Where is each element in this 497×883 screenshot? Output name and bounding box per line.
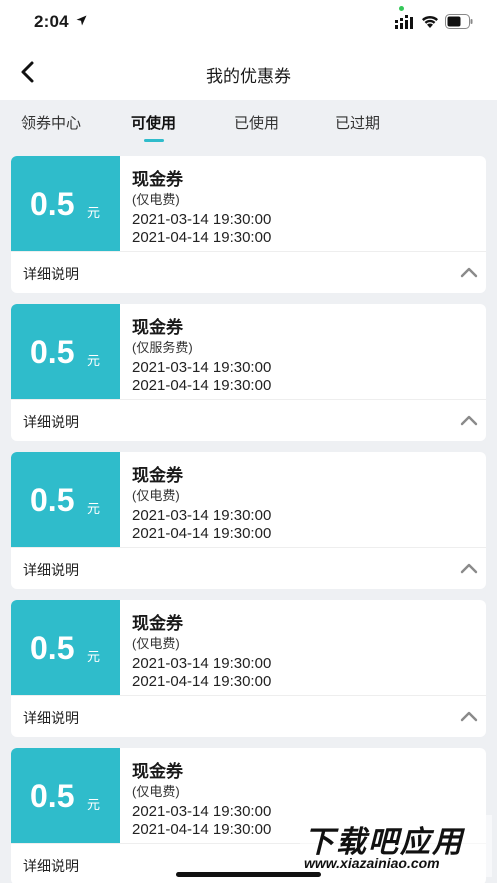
coupon-start-time: 2021-03-14 19:30:00	[132, 359, 272, 376]
coupon-unit: 元	[87, 501, 101, 516]
coupon-name: 现金券	[132, 614, 183, 633]
coupon-amount: 0.5	[30, 482, 75, 518]
coupon-list: 0.5 元 现金券 (仅电费) 2021-03-14 19:30:00 2021…	[11, 156, 486, 883]
privacy-indicator-dot	[399, 6, 404, 11]
coupon-end-time: 2021-04-14 19:30:00	[132, 229, 272, 246]
coupon-end-time: 2021-04-14 19:30:00	[132, 673, 272, 690]
tab-expired[interactable]: 已过期	[335, 112, 380, 133]
coupon-detail-toggle[interactable]: 详细说明	[11, 547, 486, 589]
coupon-end-time: 2021-04-14 19:30:00	[132, 525, 272, 542]
location-arrow-icon	[76, 15, 87, 26]
coupon-card[interactable]: 0.5 元 现金券 (仅电费) 2021-03-14 19:30:00 2021…	[11, 452, 486, 589]
coupon-scope: (仅服务费)	[132, 340, 193, 355]
coupon-detail-toggle[interactable]: 详细说明	[11, 251, 486, 293]
coupon-amount-box: 0.5 元	[11, 452, 120, 547]
coupon-card[interactable]: 0.5 元 现金券 (仅电费) 2021-03-14 19:30:00 2021…	[11, 600, 486, 737]
coupon-detail-toggle[interactable]: 详细说明	[11, 695, 486, 737]
coupon-card[interactable]: 0.5 元 现金券 (仅服务费) 2021-03-14 19:30:00 202…	[11, 304, 486, 441]
nav-bar: 我的优惠券	[0, 44, 497, 100]
chevron-up-icon[interactable]	[460, 561, 478, 575]
coupon-unit: 元	[87, 649, 101, 664]
coupon-end-time: 2021-04-14 19:30:00	[132, 377, 272, 394]
coupon-start-time: 2021-03-14 19:30:00	[132, 803, 272, 820]
coupon-amount: 0.5	[30, 334, 75, 370]
watermark-logo: 下载吧应用 www.xiazainiao.com	[300, 815, 492, 877]
tab-bar: 领券中心 可使用 已使用 已过期	[0, 100, 497, 144]
tab-coupon-center[interactable]: 领券中心	[21, 112, 81, 133]
coupon-amount-box: 0.5 元	[11, 748, 120, 843]
coupon-end-time: 2021-04-14 19:30:00	[132, 821, 272, 838]
status-time: 2:04	[34, 12, 69, 31]
detail-label: 详细说明	[23, 562, 79, 578]
chevron-up-icon[interactable]	[460, 413, 478, 427]
coupon-name: 现金券	[132, 170, 183, 189]
coupon-start-time: 2021-03-14 19:30:00	[132, 211, 272, 228]
detail-label: 详细说明	[23, 266, 79, 282]
coupon-unit: 元	[87, 205, 101, 220]
detail-label: 详细说明	[23, 858, 79, 874]
wifi-icon	[422, 15, 438, 28]
coupon-unit: 元	[87, 353, 101, 368]
status-bar: 2:04	[0, 0, 497, 44]
coupon-name: 现金券	[132, 762, 183, 781]
detail-label: 详细说明	[23, 414, 79, 430]
cellular-signal-icon	[395, 15, 413, 29]
battery-icon	[445, 14, 473, 29]
coupon-start-time: 2021-03-14 19:30:00	[132, 655, 272, 672]
coupon-scope: (仅电费)	[132, 192, 180, 207]
active-tab-indicator	[144, 139, 164, 142]
page-title: 我的优惠券	[206, 67, 291, 86]
watermark-url: www.xiazainiao.com	[304, 855, 440, 871]
home-indicator[interactable]	[176, 872, 321, 877]
chevron-up-icon[interactable]	[460, 265, 478, 279]
coupon-scope: (仅电费)	[132, 784, 180, 799]
coupon-amount: 0.5	[30, 186, 75, 222]
coupon-start-time: 2021-03-14 19:30:00	[132, 507, 272, 524]
coupon-amount-box: 0.5 元	[11, 304, 120, 399]
detail-label: 详细说明	[23, 710, 79, 726]
tab-used[interactable]: 已使用	[234, 112, 279, 133]
coupon-amount-box: 0.5 元	[11, 600, 120, 695]
coupon-unit: 元	[87, 797, 101, 812]
coupon-card[interactable]: 0.5 元 现金券 (仅电费) 2021-03-14 19:30:00 2021…	[11, 156, 486, 293]
tab-available[interactable]: 可使用	[131, 112, 176, 133]
coupon-name: 现金券	[132, 318, 183, 337]
coupon-scope: (仅电费)	[132, 488, 180, 503]
coupon-amount: 0.5	[30, 778, 75, 814]
coupon-detail-toggle[interactable]: 详细说明	[11, 399, 486, 441]
coupon-scope: (仅电费)	[132, 636, 180, 651]
coupon-amount: 0.5	[30, 630, 75, 666]
chevron-up-icon[interactable]	[460, 709, 478, 723]
coupon-name: 现金券	[132, 466, 183, 485]
coupon-amount-box: 0.5 元	[11, 156, 120, 251]
